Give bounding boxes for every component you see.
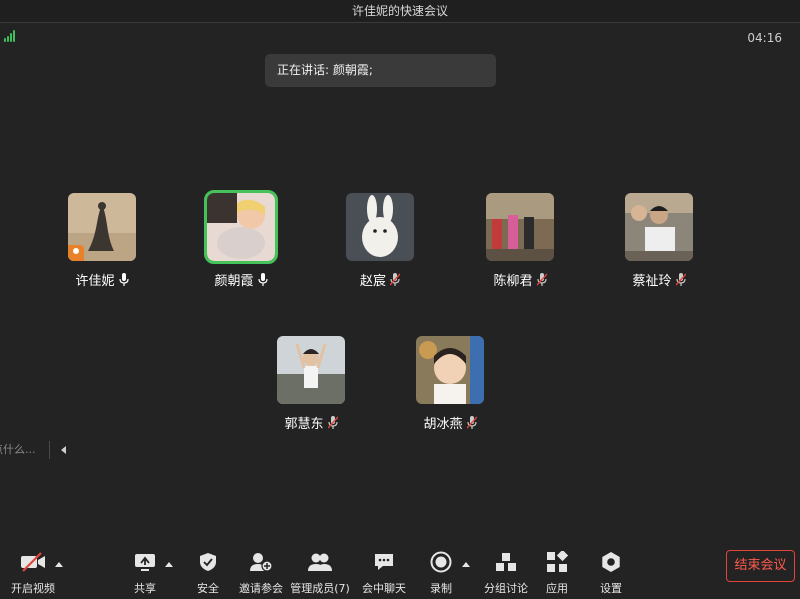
participant-name: 陈柳君 (493, 274, 533, 289)
participant-name: 许佳妮 (75, 274, 115, 289)
microphone-icon (257, 273, 268, 286)
microphone-muted-icon (466, 416, 477, 429)
breakout-button[interactable]: 分组讨论 (482, 540, 530, 599)
host-badge-icon (68, 245, 84, 261)
participant-tile[interactable]: 许佳妮 (52, 193, 152, 289)
record-button[interactable]: 录制 (424, 540, 458, 599)
avatar (204, 190, 278, 264)
share-label: 共享 (134, 582, 156, 595)
apps-label: 应用 (546, 582, 568, 595)
members-icon (308, 553, 332, 571)
microphone-muted-icon (327, 416, 338, 429)
chat-button[interactable]: 会中聊天 (360, 540, 408, 599)
chevron-left-icon[interactable] (61, 446, 66, 454)
video-off-icon (21, 552, 45, 572)
microphone-muted-icon (390, 273, 400, 286)
chat-input-preview: 点什么... (0, 443, 36, 456)
avatar (625, 193, 693, 261)
video-label: 开启视频 (11, 582, 55, 595)
security-label: 安全 (197, 582, 219, 595)
video-options-caret-icon[interactable] (55, 562, 63, 567)
breakout-rooms-icon (496, 553, 516, 571)
signal-strength-icon[interactable] (4, 30, 18, 42)
settings-button[interactable]: 设置 (594, 540, 628, 599)
settings-label: 设置 (600, 582, 622, 595)
video-button[interactable]: 开启视频 (8, 540, 58, 599)
shield-icon (200, 553, 216, 571)
avatar (68, 193, 136, 261)
gear-icon (602, 552, 620, 572)
end-meeting-button[interactable]: 结束会议 (726, 550, 795, 582)
participant-tile[interactable]: 郭慧东 (261, 336, 361, 432)
participant-tile[interactable]: 赵宸 (330, 193, 430, 289)
participant-name: 赵宸 (359, 274, 386, 289)
participant-tile[interactable]: 蔡祉玲 (609, 193, 709, 289)
participant-tile[interactable]: 陈柳君 (470, 193, 570, 289)
manage-members-button[interactable]: 管理成员(7) (290, 540, 350, 599)
invite-label: 邀请参会 (239, 582, 283, 595)
chat-bubble-icon (375, 554, 393, 570)
chat-label: 会中聊天 (362, 582, 406, 595)
share-button[interactable]: 共享 (128, 540, 162, 599)
security-button[interactable]: 安全 (190, 540, 226, 599)
participant-name: 蔡祉玲 (632, 274, 672, 289)
avatar (486, 193, 554, 261)
chat-collapse-panel[interactable]: 点什么... (0, 439, 75, 461)
participant-tile[interactable]: 胡冰燕 (400, 336, 500, 432)
share-screen-icon (135, 554, 155, 571)
meeting-toolbar: 开启视频 共享 安全 邀请参会 管理成员(7) 会中聊天 录制 分组讨论 应用 … (0, 540, 800, 599)
avatar (416, 336, 484, 404)
record-options-caret-icon[interactable] (462, 562, 470, 567)
meeting-timer: 04:16 (747, 31, 782, 45)
participant-name: 胡冰燕 (423, 417, 463, 432)
members-label: 管理成员(7) (290, 582, 350, 595)
speaking-indicator: 正在讲话: 颜朝霞; (265, 54, 496, 87)
divider (49, 441, 50, 459)
apps-grid-icon (547, 551, 568, 572)
participant-tile[interactable]: 颜朝霞 (191, 190, 291, 289)
avatar (346, 193, 414, 261)
microphone-muted-icon (675, 273, 686, 286)
participant-name: 郭慧东 (284, 417, 324, 432)
record-label: 录制 (430, 582, 452, 595)
share-options-caret-icon[interactable] (165, 562, 173, 567)
microphone-icon (118, 273, 129, 286)
invite-button[interactable]: 邀请参会 (236, 540, 286, 599)
breakout-label: 分组讨论 (484, 582, 528, 595)
microphone-muted-icon (536, 273, 547, 286)
participant-name: 颜朝霞 (214, 274, 254, 289)
add-user-icon (250, 553, 273, 572)
window-title: 许佳妮的快速会议 (0, 0, 800, 23)
record-icon (430, 551, 452, 573)
apps-button[interactable]: 应用 (540, 540, 574, 599)
avatar (277, 336, 345, 404)
